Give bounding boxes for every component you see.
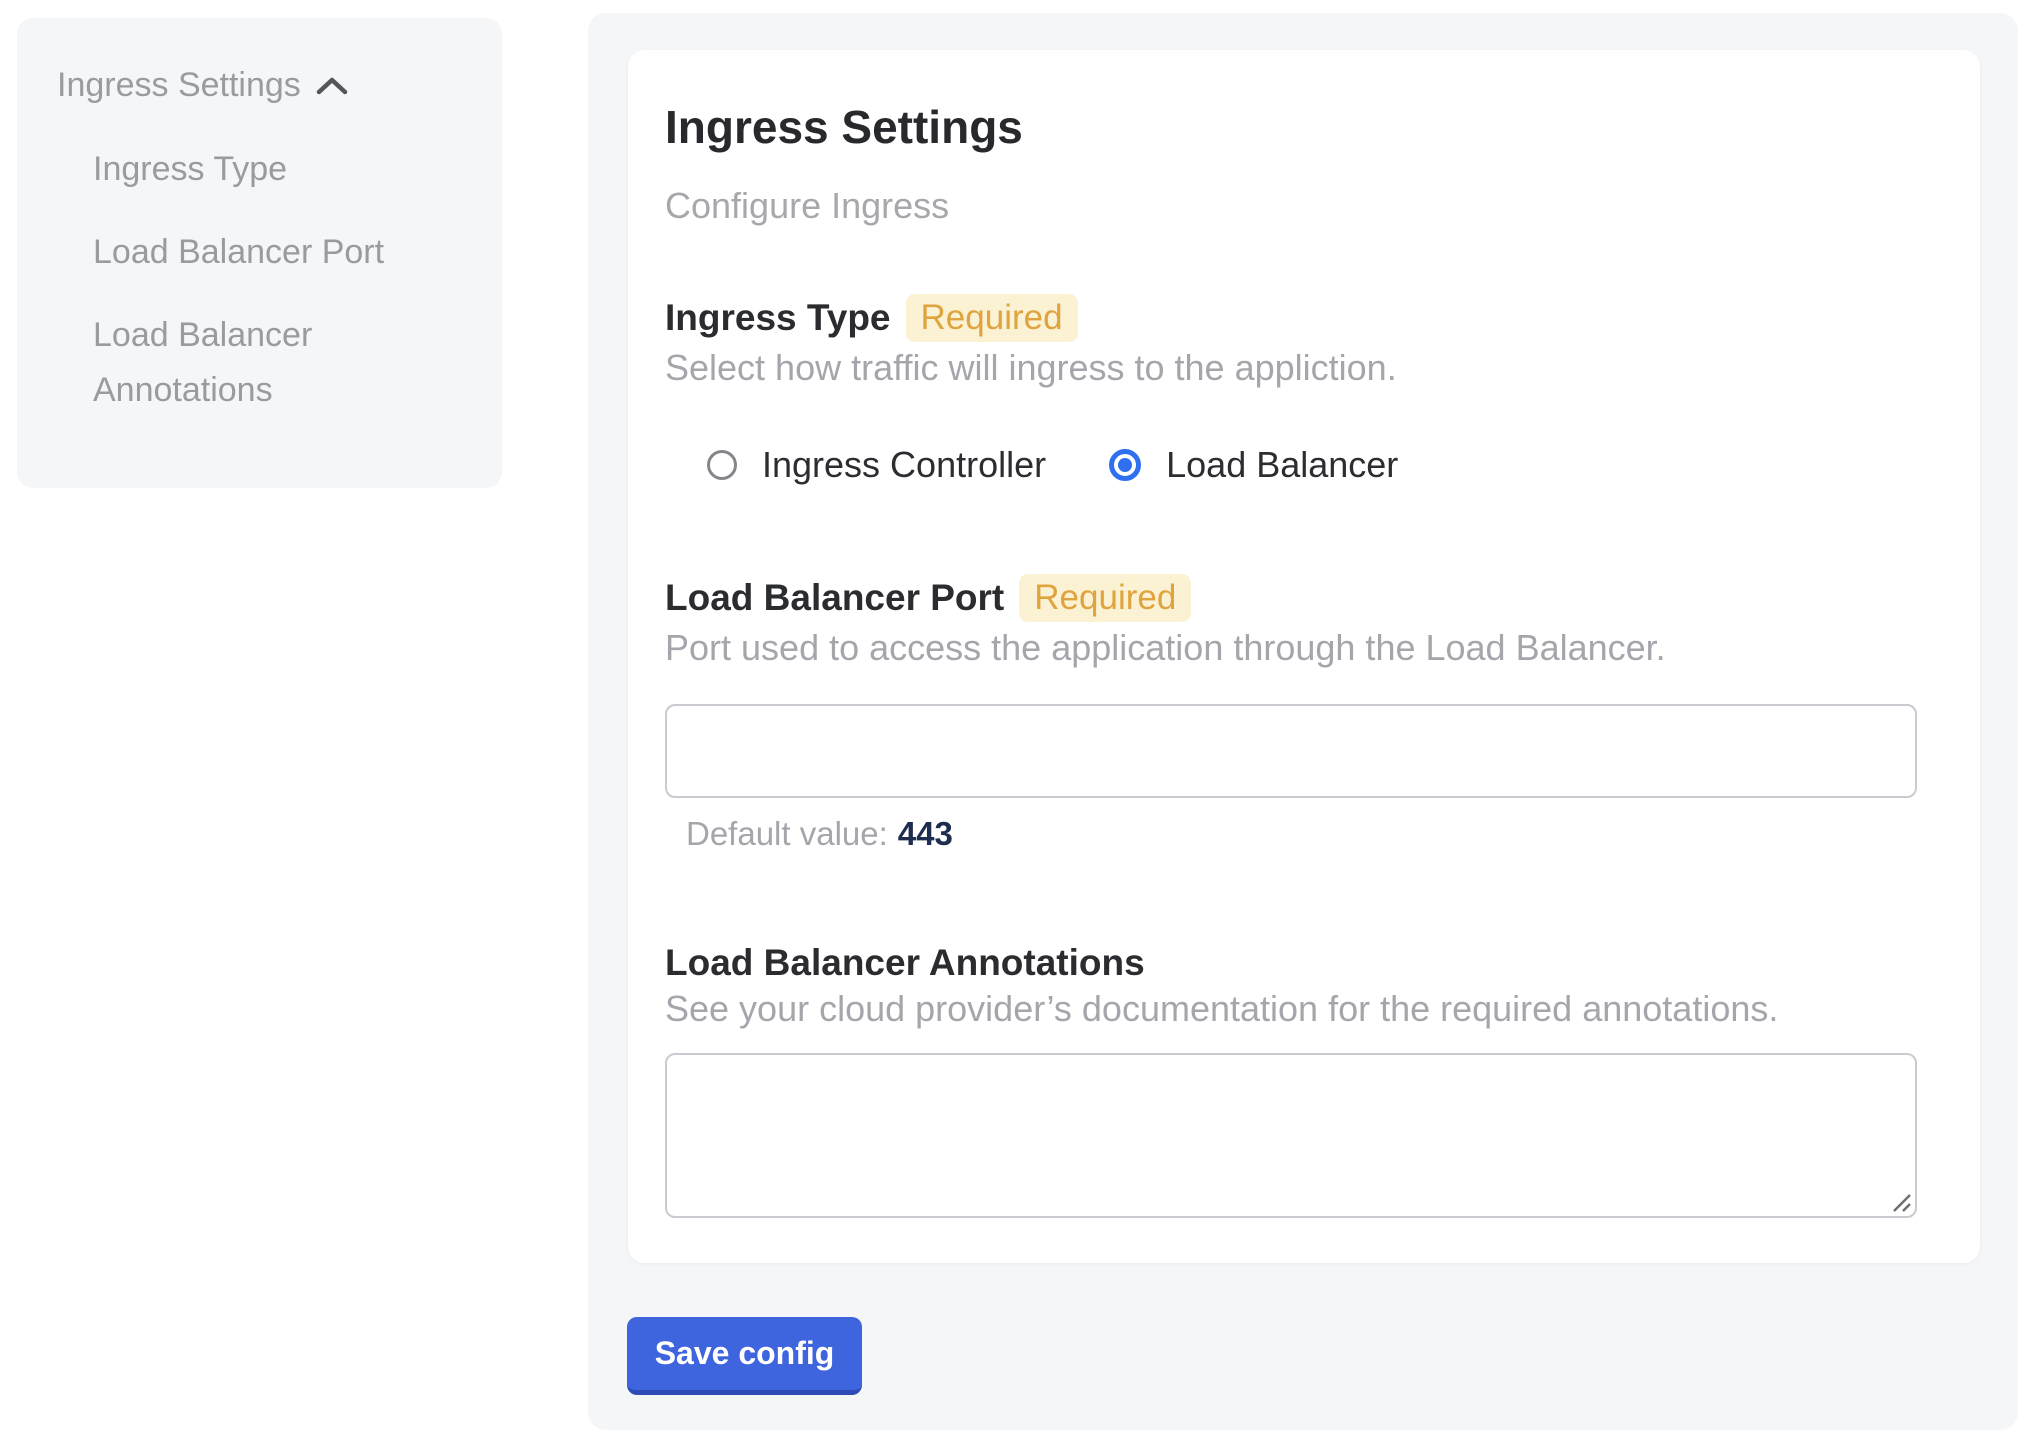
page-subtitle: Configure Ingress <box>665 187 1917 225</box>
section-head: Load Balancer Port Required <box>665 574 1917 622</box>
radio-ingress-controller[interactable]: Ingress Controller <box>707 444 1046 486</box>
sidebar-item-load-balancer-annotations[interactable]: Load Balancer Annotations <box>93 308 462 418</box>
section-load-balancer-port: Load Balancer Port Required Port used to… <box>665 574 1917 853</box>
load-balancer-annotations-label: Load Balancer Annotations <box>665 943 1145 983</box>
ingress-type-description: Select how traffic will ingress to the a… <box>665 349 1917 387</box>
load-balancer-port-label: Load Balancer Port <box>665 578 1004 618</box>
default-value: 443 <box>898 815 953 852</box>
default-value-row: Default value: 443 <box>686 815 1917 853</box>
load-balancer-port-input[interactable] <box>665 704 1917 798</box>
resize-handle-icon[interactable] <box>1886 1187 1912 1213</box>
sidebar-section-ingress-settings[interactable]: Ingress Settings <box>57 68 462 102</box>
sidebar-item-load-balancer-port[interactable]: Load Balancer Port <box>93 225 462 280</box>
textarea-wrap <box>665 1053 1917 1218</box>
save-config-button[interactable]: Save config <box>627 1317 862 1395</box>
section-load-balancer-annotations: Load Balancer Annotations See your cloud… <box>665 943 1917 1218</box>
load-balancer-port-description: Port used to access the application thro… <box>665 629 1917 667</box>
main-panel: Ingress Settings Configure Ingress Ingre… <box>588 13 2018 1430</box>
sidebar-item-ingress-type[interactable]: Ingress Type <box>93 142 462 197</box>
ingress-type-label: Ingress Type <box>665 298 891 338</box>
section-head: Load Balancer Annotations <box>665 943 1917 983</box>
chevron-up-icon <box>315 75 349 97</box>
required-badge: Required <box>1019 574 1191 622</box>
sidebar-items: Ingress Type Load Balancer Port Load Bal… <box>93 142 462 418</box>
load-balancer-annotations-textarea[interactable] <box>665 1053 1917 1218</box>
required-badge: Required <box>906 294 1078 342</box>
page-title: Ingress Settings <box>665 103 1917 151</box>
section-ingress-type: Ingress Type Required Select how traffic… <box>665 294 1917 387</box>
load-balancer-annotations-description: See your cloud provider’s documentation … <box>665 990 1917 1028</box>
radio-label: Load Balancer <box>1166 444 1398 486</box>
radio-label: Ingress Controller <box>762 444 1046 486</box>
ingress-type-radio-group: Ingress Controller Load Balancer <box>707 449 1917 481</box>
ingress-settings-card: Ingress Settings Configure Ingress Ingre… <box>628 50 1980 1263</box>
radio-icon[interactable] <box>1109 449 1141 481</box>
config-sidebar: Ingress Settings Ingress Type Load Balan… <box>17 18 502 488</box>
section-head: Ingress Type Required <box>665 294 1917 342</box>
radio-icon[interactable] <box>707 450 737 480</box>
radio-load-balancer[interactable]: Load Balancer <box>1109 444 1398 486</box>
sidebar-section-label: Ingress Settings <box>57 68 301 102</box>
page: Ingress Settings Ingress Type Load Balan… <box>0 0 2036 1452</box>
default-value-label: Default value: <box>686 815 888 852</box>
